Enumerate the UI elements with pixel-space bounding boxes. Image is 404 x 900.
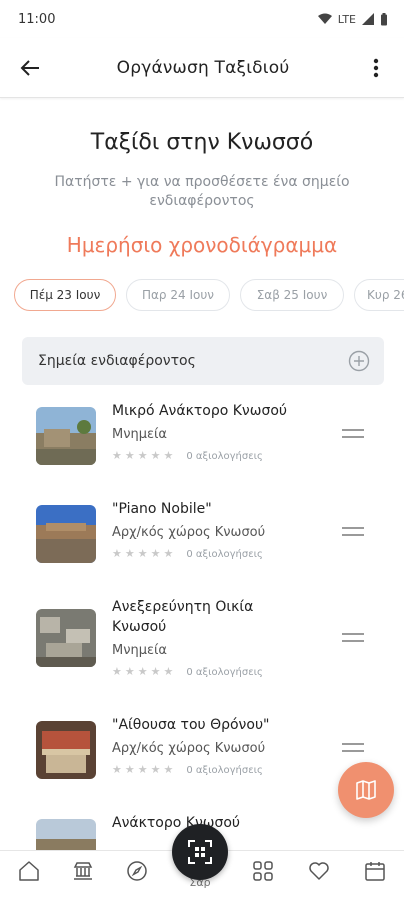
poi-name: "Piano Nobile"	[112, 501, 212, 517]
list-item[interactable]: "Piano Nobile" Αρχ/κός χώρος Κνωσού ★ ★ ★ ★…	[36, 489, 404, 587]
rating: ★ ★ ★ ★ ★ 0 αξιολογήσεις	[112, 764, 312, 776]
heart-icon[interactable]	[306, 858, 332, 884]
star-icon: ★	[137, 665, 148, 678]
star-icon: ★	[112, 449, 122, 462]
day-chip[interactable]: Παρ 24 Ιουν	[126, 279, 230, 311]
star-icon: ★	[150, 547, 161, 560]
star-icon: ★	[124, 449, 135, 462]
calendar-icon[interactable]	[362, 858, 388, 884]
star-icon: ★	[124, 665, 135, 678]
list-item[interactable]: Ανεξερεύνητη Οικία Κνωσού Μνημεία ★ ★ ★ ★ ★ …	[36, 587, 404, 705]
rating: ★ ★ ★ ★ ★ 0 αξιολογήσεις	[112, 666, 312, 678]
day-chips: Πέμ 23 Ιουν Παρ 24 Ιουν Σαβ 25 Ιουν Κυρ …	[0, 279, 404, 311]
add-circle-icon[interactable]	[348, 350, 370, 372]
arrow-back-icon[interactable]	[16, 54, 44, 82]
trip-title: Ταξίδι στην Κνωσσό	[90, 130, 314, 155]
add-hint-text: Πατήστε + για να προσθέσετε ένα σημείο ε…	[54, 174, 350, 209]
poi-header-label: Σημεία ενδιαφέροντος	[38, 353, 196, 369]
grid-icon[interactable]	[250, 858, 276, 884]
compass-icon[interactable]	[124, 858, 150, 884]
star-icon: ★	[163, 665, 174, 678]
day-chip[interactable]: Σαβ 25 Ιουν	[240, 279, 344, 311]
wifi-icon	[317, 13, 332, 24]
page-title: Οργάνωση Ταξιδιού	[116, 57, 290, 78]
drag-handle-icon[interactable]	[342, 633, 364, 647]
list-item[interactable]: Μικρό Ανάκτορο Κνωσού Μνημεία ★ ★ ★ ★ ★ 0 αξ…	[36, 391, 404, 489]
star-icon: ★	[112, 665, 122, 678]
status-time: 11:00	[18, 11, 56, 27]
star-icon: ★	[163, 547, 174, 560]
rating-count: 0 αξιολογήσεις	[186, 666, 263, 678]
poi-name: Μικρό Ανάκτορο Κνωσού	[112, 403, 288, 419]
star-icon: ★	[150, 763, 161, 776]
poi-thumbnail	[36, 505, 96, 563]
scan-button[interactable]	[172, 824, 228, 880]
rating: ★ ★ ★ ★ ★ 0 αξιολογήσεις	[112, 548, 312, 560]
drag-handle-icon[interactable]	[342, 429, 364, 443]
app-bar: Οργάνωση Ταξιδιού	[0, 38, 404, 98]
network-label: LTE	[337, 12, 356, 26]
schedule-title: Ημερήσιο χρονοδιάγραμμα	[66, 233, 338, 257]
star-icon: ★	[112, 763, 122, 776]
star-icon: ★	[137, 449, 148, 462]
signal-icon	[362, 13, 374, 25]
poi-category: Μνημεία	[112, 643, 167, 658]
poi-category: Μνημεία	[112, 427, 167, 442]
poi-category: Αρχ/κός χώρος Κνωσού	[112, 525, 266, 540]
drag-handle-icon[interactable]	[342, 743, 364, 757]
status-icons: LTE	[317, 12, 388, 26]
rating-count: 0 αξιολογήσεις	[186, 764, 263, 776]
star-icon: ★	[124, 547, 135, 560]
rating: ★ ★ ★ ★ ★ 0 αξιολογήσεις	[112, 450, 312, 462]
poi-thumbnail	[36, 407, 96, 465]
poi-name: Ανεξερεύνητη Οικία	[112, 599, 254, 615]
scan-icon	[188, 840, 212, 864]
star-icon: ★	[137, 547, 148, 560]
star-icon: ★	[150, 449, 161, 462]
poi-name: "Αίθουσα του Θρόνου"	[112, 717, 270, 733]
star-icon: ★	[163, 449, 174, 462]
poi-header: Σημεία ενδιαφέροντος	[22, 337, 384, 385]
star-icon: ★	[150, 665, 161, 678]
home-icon[interactable]	[16, 858, 42, 884]
map-fab-button[interactable]	[338, 762, 394, 818]
battery-icon	[381, 12, 387, 25]
museum-icon[interactable]	[70, 858, 96, 884]
poi-name: Κνωσού	[112, 619, 167, 635]
map-icon	[356, 780, 376, 800]
poi-thumbnail	[36, 609, 96, 667]
poi-thumbnail	[36, 721, 96, 779]
rating-count: 0 αξιολογήσεις	[186, 548, 263, 560]
day-chip[interactable]: Κυρ 26	[354, 279, 404, 311]
star-icon: ★	[137, 763, 148, 776]
star-icon: ★	[163, 763, 174, 776]
poi-category: Αρχ/κός χώρος Κνωσού	[112, 741, 266, 756]
drag-handle-icon[interactable]	[342, 527, 364, 541]
status-bar: 11:00 LTE	[0, 0, 404, 38]
star-icon: ★	[124, 763, 135, 776]
star-icon: ★	[112, 547, 122, 560]
rating-count: 0 αξιολογήσεις	[186, 450, 263, 462]
day-chip[interactable]: Πέμ 23 Ιουν	[14, 279, 116, 311]
more-vert-icon[interactable]	[362, 54, 390, 82]
